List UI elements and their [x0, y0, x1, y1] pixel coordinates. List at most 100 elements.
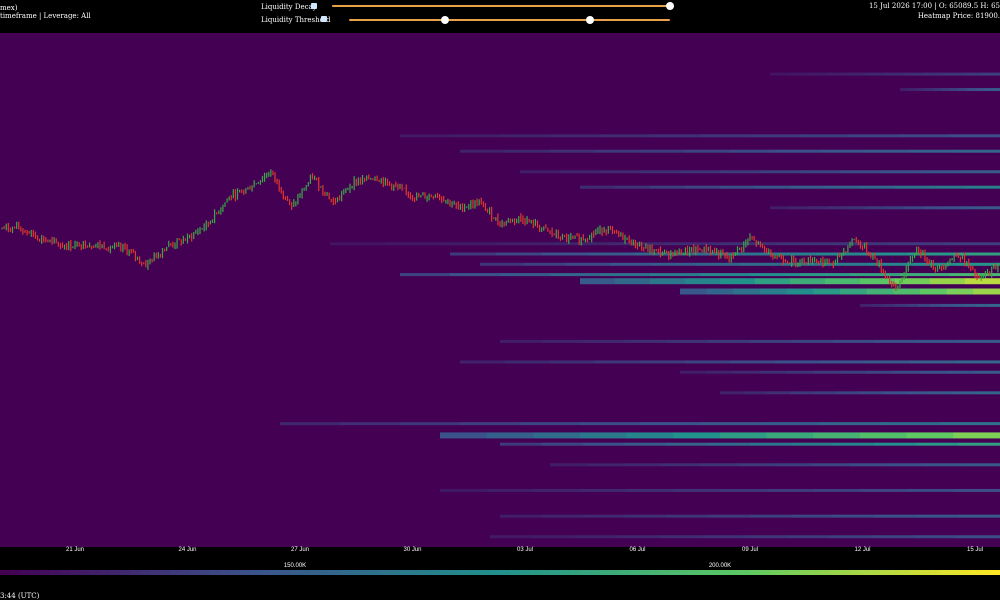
liquidity-threshold-slider[interactable] — [349, 19, 670, 21]
liquidity-band — [980, 72, 1000, 76]
colorbar-segment — [10, 570, 21, 575]
colorbar-segment — [910, 570, 921, 575]
colorbar-segment — [480, 570, 491, 575]
liquidity-band — [680, 370, 708, 374]
liquidity-band — [440, 432, 488, 439]
liquidity-band — [460, 422, 521, 426]
liquidity-band — [954, 252, 1000, 256]
colorbar-segment — [400, 570, 411, 575]
liquidity-band — [776, 242, 833, 246]
liquidity-band — [583, 514, 626, 518]
liquidity-band — [950, 88, 959, 92]
liquidity-threshold-knob-high[interactable] — [585, 16, 594, 24]
liquidity-band — [975, 88, 984, 92]
liquidity-band — [505, 149, 551, 153]
liquidity-band — [830, 535, 873, 539]
timestamp-label: 3:44 (UTC) — [0, 592, 40, 600]
colorbar-segment — [310, 570, 321, 575]
liquidity-band — [550, 463, 588, 467]
colorbar-segment — [130, 570, 141, 575]
liquidity-band — [800, 134, 851, 138]
liquidity-decay-slider[interactable] — [332, 5, 670, 7]
liquidity-decay-knob[interactable] — [666, 2, 674, 10]
liquidity-band — [725, 252, 772, 256]
liquidity-band — [580, 185, 616, 189]
liquidity-band — [560, 170, 601, 174]
colorbar-segment — [760, 570, 771, 575]
liquidity-band — [720, 185, 756, 189]
liquidity-band — [730, 360, 776, 364]
colorbar-segment — [800, 570, 811, 575]
liquidity-decay-checkbox[interactable] — [311, 3, 317, 9]
liquidity-band — [730, 149, 776, 153]
liquidity-band — [650, 278, 686, 285]
liquidity-band — [791, 339, 834, 343]
liquidity-band — [875, 442, 918, 446]
colorbar-segment — [560, 570, 571, 575]
liquidity-band — [850, 273, 901, 277]
liquidity-decay-label: Liquidity Decay — [261, 3, 317, 11]
colorbar-segment — [830, 570, 841, 575]
liquidity-band — [865, 360, 911, 364]
colorbar-segment — [840, 570, 851, 575]
x-tick-label: 09 Jul — [741, 547, 759, 553]
liquidity-band — [875, 514, 918, 518]
liquidity-band — [966, 88, 976, 92]
liquidity-band — [615, 278, 651, 285]
colorbar-segment — [300, 570, 311, 575]
liquidity-band — [532, 535, 576, 539]
liquidity-band — [965, 303, 978, 307]
liquidity-band — [600, 134, 651, 138]
colorbar-segment — [220, 570, 231, 575]
liquidation-heatmap[interactable] — [0, 33, 1000, 547]
liquidity-band — [400, 273, 451, 277]
liquidity-band — [825, 185, 861, 189]
liquidity-band — [895, 303, 908, 307]
colorbar-segment — [770, 570, 781, 575]
colorbar-segment — [180, 570, 191, 575]
liquidity-band — [766, 391, 791, 395]
liquidity-band — [666, 514, 709, 518]
liquidity-band — [587, 252, 634, 256]
liquidity-band — [685, 149, 731, 153]
liquidity-band — [580, 432, 628, 439]
x-tick-label: 06 Jul — [629, 547, 646, 553]
colorbar-segment — [590, 570, 601, 575]
liquidity-band — [625, 442, 668, 446]
liquidity-band — [500, 273, 551, 277]
liquidity-band — [786, 370, 814, 374]
liquidity-threshold-checkbox[interactable] — [321, 16, 327, 22]
liquidity-band — [904, 72, 924, 76]
liquidity-band — [813, 370, 841, 374]
colorbar-segment — [350, 570, 361, 575]
liquidity-band — [820, 360, 866, 364]
liquidity-band — [860, 391, 884, 395]
colorbar-segment — [360, 570, 371, 575]
liquidity-band — [733, 288, 761, 295]
colorbar-segment — [550, 570, 561, 575]
liquidity-band — [520, 422, 581, 426]
liquidity-band — [904, 206, 924, 210]
liquidity-threshold-knob-low[interactable] — [441, 16, 450, 24]
liquidity-band — [750, 134, 801, 138]
liquidity-band — [740, 262, 784, 266]
liquidity-band — [583, 339, 626, 343]
liquidity-band — [505, 360, 551, 364]
liquidity-band — [653, 262, 698, 266]
liquidity-band — [790, 185, 826, 189]
liquidity-band — [400, 422, 461, 426]
colorbar-segment — [280, 570, 291, 575]
liquidity-band — [960, 170, 1000, 174]
liquidity-band — [906, 391, 931, 395]
liquidity-band — [450, 134, 501, 138]
liquidity-band — [958, 442, 1000, 446]
colorbar-segment — [370, 570, 381, 575]
x-tick-label: 24 Jun — [178, 547, 197, 553]
colorbar-segment — [940, 570, 951, 575]
liquidity-band — [887, 463, 926, 467]
liquidity-band — [808, 206, 828, 210]
liquidity-band — [330, 242, 387, 246]
liquidity-band — [696, 262, 741, 266]
liquidity-band — [918, 303, 931, 307]
liquidity-band — [587, 463, 626, 467]
